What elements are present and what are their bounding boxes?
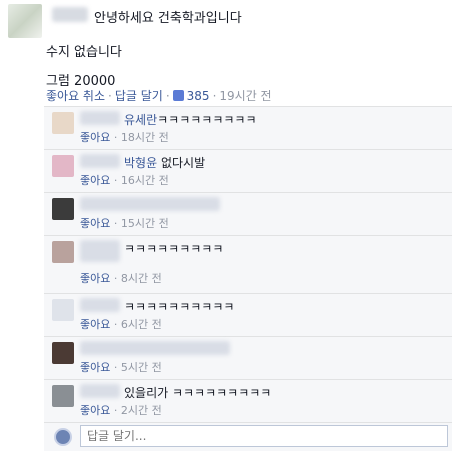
comment-like-link[interactable]: 좋아요 — [80, 361, 110, 374]
commenter-avatar[interactable] — [52, 155, 74, 177]
commenter-name-redacted[interactable] — [80, 341, 230, 355]
reply-input[interactable] — [80, 425, 448, 447]
comment-time[interactable]: 18시간 전 — [121, 131, 169, 144]
commenter-avatar[interactable] — [52, 112, 74, 134]
commenter-name-redacted[interactable] — [80, 197, 220, 211]
post-actions: 좋아요 취소 · 답글 달기 · 385 · 19시간 전 — [46, 89, 272, 103]
reply-link[interactable]: 답글 달기 — [115, 89, 163, 103]
comment-meta: 좋아요 · 18시간 전 — [80, 131, 169, 144]
commenter-name-redacted[interactable] — [80, 111, 120, 125]
author-name-redacted[interactable] — [52, 7, 88, 22]
comment-item: 유세란ㅋㅋㅋㅋㅋㅋㅋㅋㅋ 좋아요 · 18시간 전 — [44, 107, 452, 150]
comment-meta: 좋아요 · 16시간 전 — [80, 174, 169, 187]
commenter-name-redacted[interactable] — [80, 154, 120, 168]
commenter-avatar[interactable] — [52, 385, 74, 407]
author-avatar[interactable] — [8, 4, 42, 38]
comment-meta: 좋아요 · 6시간 전 — [80, 318, 162, 331]
comment-time[interactable]: 16시간 전 — [121, 174, 169, 187]
comment-text: 박형윤 없다시발 — [124, 156, 206, 170]
comment-text: 있을리가 ㅋㅋㅋㅋㅋㅋㅋㅋㅋ — [124, 386, 272, 400]
comment-meta: 좋아요 · 8시간 전 — [80, 272, 162, 285]
commenter-avatar[interactable] — [52, 241, 74, 263]
current-user-avatar — [54, 428, 72, 446]
comment-item: 박형윤 없다시발 좋아요 · 16시간 전 — [44, 150, 452, 193]
comment-text: 유세란ㅋㅋㅋㅋㅋㅋㅋㅋㅋ — [124, 113, 257, 127]
comment-like-link[interactable]: 좋아요 — [80, 131, 110, 144]
commenter-name-redacted[interactable] — [80, 384, 120, 398]
comment-meta: 좋아요 · 2시간 전 — [80, 404, 162, 417]
reply-composer — [44, 422, 452, 451]
commenter-avatar[interactable] — [52, 342, 74, 364]
comment-meta: 좋아요 · 5시간 전 — [80, 361, 162, 374]
commenter-name-redacted[interactable] — [80, 298, 120, 312]
commenter-avatar[interactable] — [52, 299, 74, 321]
comment-item: ㅋㅋㅋㅋㅋㅋㅋㅋㅋㅋ 좋아요 · 6시간 전 — [44, 294, 452, 337]
comment-item: 좋아요 · 5시간 전 — [44, 337, 452, 380]
comments-list: 유세란ㅋㅋㅋㅋㅋㅋㅋㅋㅋ 좋아요 · 18시간 전 박형윤 없다시발 좋아요 ·… — [44, 106, 452, 451]
post-headline: 안녕하세요 건축학과입니다 — [94, 11, 242, 26]
post-text-line2: 수지 없습니다 — [46, 45, 122, 60]
comment-like-link[interactable]: 좋아요 — [80, 272, 110, 285]
comment-item: 있을리가 ㅋㅋㅋㅋㅋㅋㅋㅋㅋ 좋아요 · 2시간 전 — [44, 380, 452, 423]
comment-item: ㅋㅋㅋㅋㅋㅋㅋㅋㅋ 좋아요 · 8시간 전 — [44, 236, 452, 294]
comment-item: 좋아요 · 15시간 전 — [44, 193, 452, 236]
comment-like-link[interactable]: 좋아요 — [80, 318, 110, 331]
comment-time[interactable]: 8시간 전 — [121, 272, 162, 285]
commenter-name-redacted[interactable] — [80, 240, 120, 262]
comment-time[interactable]: 5시간 전 — [121, 361, 162, 374]
post-header: 안녕하세요 건축학과입니다 — [8, 4, 448, 44]
comment-time[interactable]: 15시간 전 — [121, 217, 169, 230]
comment-meta: 좋아요 · 15시간 전 — [80, 217, 169, 230]
unlike-link[interactable]: 좋아요 취소 — [46, 89, 105, 103]
comment-text: ㅋㅋㅋㅋㅋㅋㅋㅋㅋㅋ — [124, 300, 235, 314]
thumbs-up-icon — [172, 90, 184, 101]
commenter-avatar[interactable] — [52, 198, 74, 220]
comment-like-link[interactable]: 좋아요 — [80, 217, 110, 230]
comment-like-link[interactable]: 좋아요 — [80, 174, 110, 187]
like-count[interactable]: 385 — [187, 89, 210, 103]
comment-time[interactable]: 6시간 전 — [121, 318, 162, 331]
comment-text: ㅋㅋㅋㅋㅋㅋㅋㅋㅋ — [124, 242, 224, 256]
comment-like-link[interactable]: 좋아요 — [80, 404, 110, 417]
comment-time[interactable]: 2시간 전 — [121, 404, 162, 417]
post-time[interactable]: 19시간 전 — [219, 89, 271, 103]
